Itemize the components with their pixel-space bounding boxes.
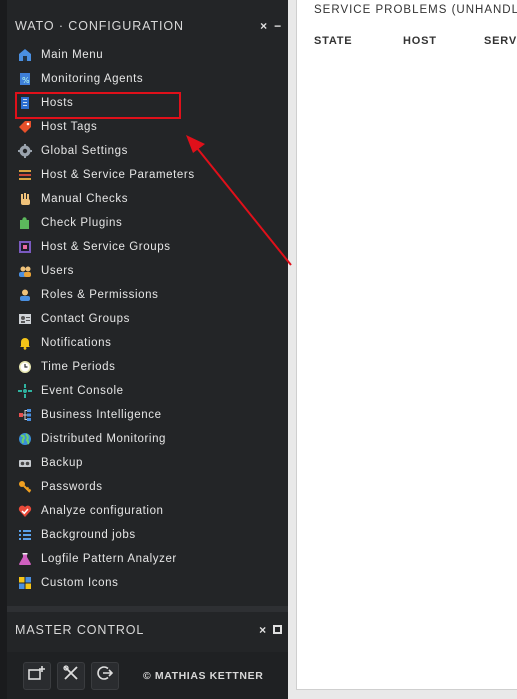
backup-icon [18, 456, 32, 470]
menu-item-check-plugins[interactable]: Check Plugins [7, 211, 288, 235]
menu-item-label: Monitoring Agents [41, 73, 144, 85]
sidebar-edge [0, 0, 7, 699]
puzzle-icon [18, 216, 32, 230]
add-snapin-icon [28, 665, 46, 686]
menu-item-label: Notifications [41, 337, 112, 349]
tools-icon [63, 665, 79, 686]
menu-item-label: Main Menu [41, 49, 104, 61]
menu-item-business-intelligence[interactable]: Business Intelligence [7, 403, 288, 427]
menu-item-notifications[interactable]: Notifications [7, 331, 288, 355]
contact-groups-icon [18, 312, 32, 326]
close-icon[interactable]: × [259, 623, 267, 637]
menu-item-main-menu[interactable]: Main Menu [7, 43, 288, 67]
menu-item-label: Roles & Permissions [41, 289, 159, 301]
column-header-host[interactable]: HOST [403, 35, 437, 47]
menu-item-roles-permissions[interactable]: Roles & Permissions [7, 283, 288, 307]
bi-icon [18, 408, 32, 422]
menu-item-custom-icons[interactable]: Custom Icons [7, 571, 288, 595]
page-title: SERVICE PROBLEMS (UNHANDLED) [314, 4, 517, 16]
menu-item-global-settings[interactable]: Global Settings [7, 139, 288, 163]
menu-item-label: Host & Service Parameters [41, 169, 195, 181]
menu-item-label: Business Intelligence [41, 409, 162, 421]
users-icon [18, 264, 32, 278]
master-control-title[interactable]: MASTER CONTROL [15, 623, 259, 637]
menu-item-passwords[interactable]: Passwords [7, 475, 288, 499]
svg-text:%: % [22, 76, 30, 85]
flask-icon [18, 552, 32, 566]
key-icon [18, 480, 32, 494]
wato-snapin-header[interactable]: WATO · CONFIGURATION × − [7, 11, 288, 41]
menu-item-label: Logfile Pattern Analyzer [41, 553, 177, 565]
menu-item-contact-groups[interactable]: Contact Groups [7, 307, 288, 331]
menu-item-label: Background jobs [41, 529, 136, 541]
menu-item-label: Event Console [41, 385, 124, 397]
snapin-separator [7, 606, 288, 612]
list-icon [18, 528, 32, 542]
minimize-icon[interactable]: − [274, 19, 282, 33]
event-console-icon [18, 384, 32, 398]
gear-icon [18, 144, 32, 158]
logout-icon [97, 665, 114, 686]
menu-item-host-service-groups[interactable]: Host & Service Groups [7, 235, 288, 259]
roles-icon [18, 288, 32, 302]
menu-item-label: Custom Icons [41, 577, 119, 589]
heart-check-icon [18, 504, 32, 518]
menu-item-label: Contact Groups [41, 313, 130, 325]
menu-item-label: Passwords [41, 481, 103, 493]
bell-icon [18, 336, 32, 350]
menu-item-event-console[interactable]: Event Console [7, 379, 288, 403]
rulesets-icon [18, 168, 32, 182]
sidebar-footer: © MATHIAS KETTNER [7, 652, 288, 699]
menu-item-users[interactable]: Users [7, 259, 288, 283]
wato-menu: Main Menu % Monitoring Agents Hosts Host… [7, 43, 288, 595]
globe-icon [18, 432, 32, 446]
column-header-state[interactable]: STATE [314, 35, 352, 47]
hand-icon [18, 192, 32, 206]
menu-item-distributed-monitoring[interactable]: Distributed Monitoring [7, 427, 288, 451]
menu-item-monitoring-agents[interactable]: % Monitoring Agents [7, 67, 288, 91]
main-menu-icon [18, 48, 32, 62]
logout-button[interactable] [91, 661, 119, 690]
menu-item-label: Host & Service Groups [41, 241, 171, 253]
menu-item-label: Manual Checks [41, 193, 129, 205]
copyright-text: © MATHIAS KETTNER [143, 669, 264, 682]
edit-sidebar-button[interactable] [57, 661, 85, 690]
menu-item-backup[interactable]: Backup [7, 451, 288, 475]
tag-icon [18, 120, 32, 134]
menu-item-host-service-parameters[interactable]: Host & Service Parameters [7, 163, 288, 187]
agents-icon: % [18, 72, 32, 86]
groups-icon [18, 240, 32, 254]
add-snapin-button[interactable] [23, 661, 51, 690]
menu-item-label: Check Plugins [41, 217, 123, 229]
maximize-icon[interactable] [273, 623, 282, 637]
menu-item-label: Backup [41, 457, 83, 469]
hosts-highlight-box [15, 92, 181, 119]
main-content: SERVICE PROBLEMS (UNHANDLED) STATE HOST … [296, 0, 517, 690]
custom-icons-icon [18, 576, 32, 590]
column-header-service[interactable]: SERVICE [484, 35, 517, 47]
menu-item-label: Users [41, 265, 75, 277]
menu-item-label: Distributed Monitoring [41, 433, 167, 445]
menu-item-time-periods[interactable]: Time Periods [7, 355, 288, 379]
close-icon[interactable]: × [260, 19, 268, 33]
menu-item-background-jobs[interactable]: Background jobs [7, 523, 288, 547]
menu-item-label: Analyze configuration [41, 505, 164, 517]
clock-icon [18, 360, 32, 374]
menu-item-label: Global Settings [41, 145, 128, 157]
menu-item-logfile-pattern-analyzer[interactable]: Logfile Pattern Analyzer [7, 547, 288, 571]
menu-item-analyze-configuration[interactable]: Analyze configuration [7, 499, 288, 523]
wato-snapin-title[interactable]: WATO · CONFIGURATION [15, 19, 260, 33]
menu-item-manual-checks[interactable]: Manual Checks [7, 187, 288, 211]
menu-item-label: Time Periods [41, 361, 116, 373]
master-control-header[interactable]: MASTER CONTROL × [7, 615, 288, 645]
menu-item-label: Host Tags [41, 121, 98, 133]
